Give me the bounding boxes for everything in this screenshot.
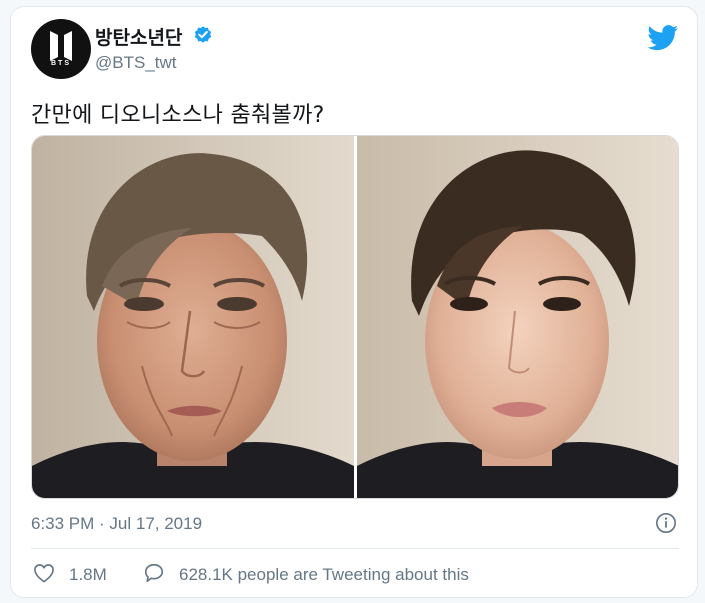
handle[interactable]: @BTS_twt: [95, 53, 177, 73]
tweet-card: BTS 방탄소년단 @BTS_twt 간만에 디오니소스나 춤춰볼까? 6:33…: [10, 6, 698, 598]
bts-logo-icon: [50, 31, 72, 61]
tweet-timestamp[interactable]: 6:33 PM · Jul 17, 2019: [31, 514, 202, 534]
info-icon[interactable]: [655, 512, 677, 534]
conversation-link[interactable]: 628.1K people are Tweeting about this: [179, 565, 469, 585]
avatar-label: BTS: [51, 60, 71, 67]
like-count[interactable]: 1.8M: [69, 565, 107, 585]
twitter-bird-icon[interactable]: [647, 25, 679, 51]
aged-face-image: [32, 136, 354, 498]
photo-aged-face[interactable]: [32, 136, 354, 498]
photo-young-face[interactable]: [357, 136, 678, 498]
divider: [31, 548, 679, 549]
display-name[interactable]: 방탄소년단: [95, 23, 182, 50]
heart-icon[interactable]: [33, 563, 55, 583]
tweet-text: 간만에 디오니소스나 춤춰볼까?: [31, 103, 325, 128]
young-face-image: [357, 136, 678, 498]
speech-bubble-icon[interactable]: [143, 562, 165, 584]
avatar[interactable]: BTS: [31, 19, 91, 79]
tweet-media[interactable]: [31, 135, 679, 499]
verified-badge-icon: [194, 26, 212, 43]
